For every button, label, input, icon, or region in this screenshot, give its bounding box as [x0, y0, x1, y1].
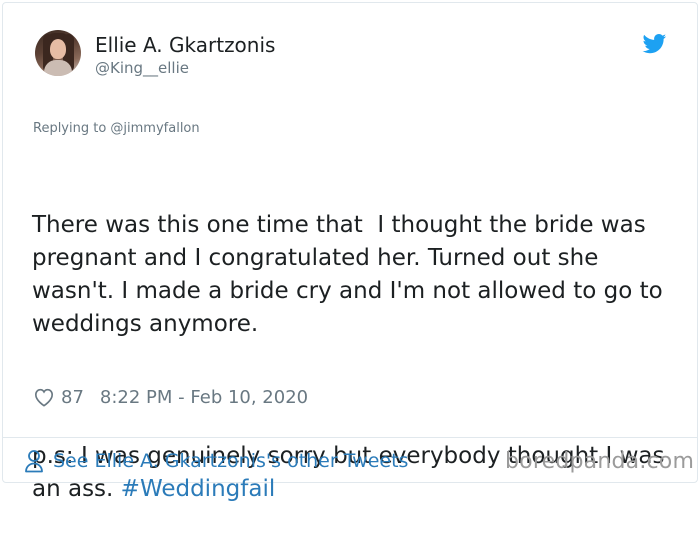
author-handle[interactable]: @King__ellie — [95, 59, 189, 77]
footer-divider — [2, 437, 698, 438]
other-tweets-link[interactable]: See Ellie A. Gkartzonis's other Tweets — [24, 446, 408, 476]
avatar-face — [50, 39, 66, 59]
person-icon — [25, 450, 43, 473]
author-name[interactable]: Ellie A. Gkartzonis — [95, 33, 275, 57]
heart-icon[interactable] — [33, 387, 55, 407]
tweet-paragraph-1: There was this one time that I thought t… — [32, 212, 671, 337]
hashtag-link[interactable]: #Weddingfail — [121, 476, 276, 502]
replying-to-label[interactable]: Replying to @jimmyfallon — [33, 121, 200, 136]
other-tweets-label[interactable]: See Ellie A. Gkartzonis's other Tweets — [53, 450, 408, 472]
watermark: boredpanda.com — [505, 449, 695, 474]
tweet-meta: 87 8:22 PM - Feb 10, 2020 — [33, 384, 308, 410]
avatar-body — [44, 60, 72, 76]
tweet-timestamp[interactable]: 8:22 PM - Feb 10, 2020 — [100, 387, 308, 408]
twitter-bird-icon[interactable] — [642, 34, 667, 54]
like-count[interactable]: 87 — [61, 387, 84, 408]
author-avatar[interactable] — [35, 30, 81, 76]
tweet-body: There was this one time that I thought t… — [32, 143, 672, 539]
